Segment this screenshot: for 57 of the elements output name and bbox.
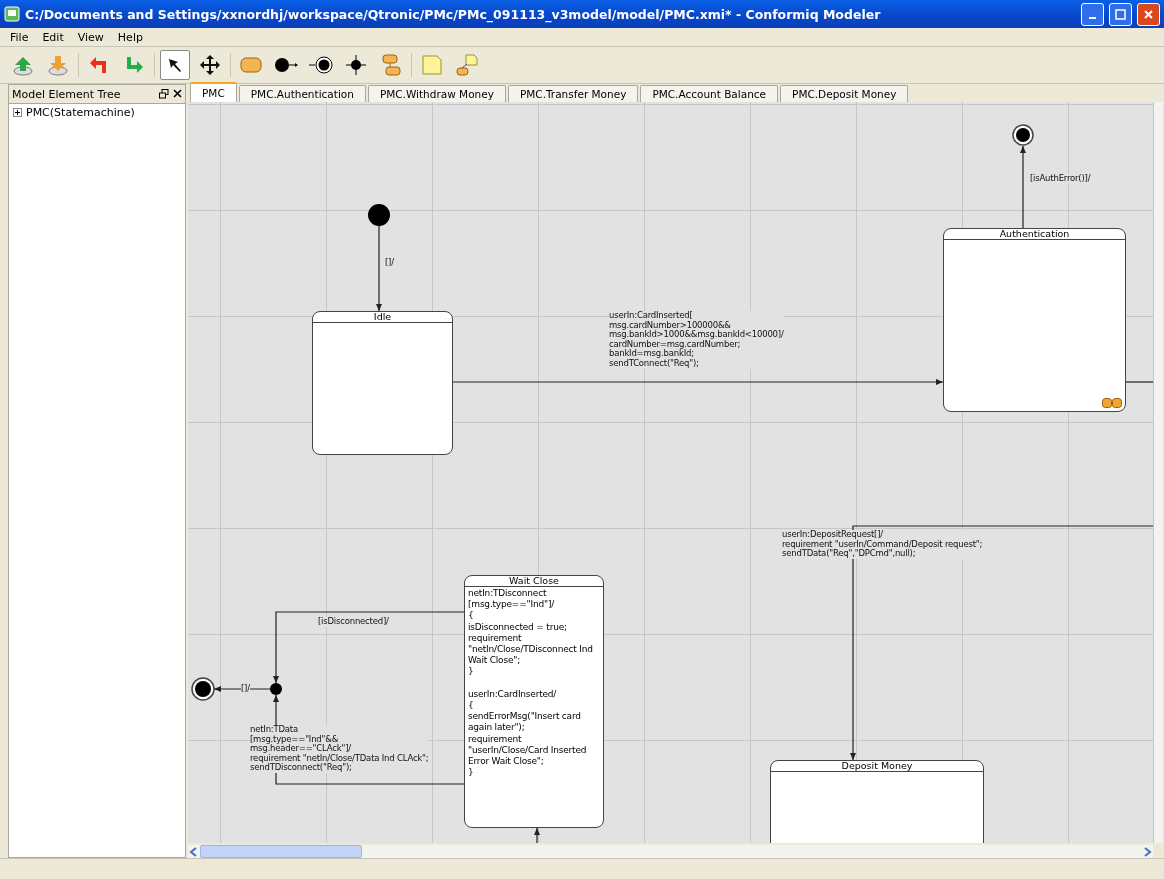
diagram-tab[interactable]: PMC.Account Balance bbox=[640, 85, 779, 102]
transition-arrow bbox=[534, 827, 540, 843]
transition-label: [isDisconnected]/ bbox=[318, 617, 389, 627]
move-icon bbox=[199, 54, 221, 76]
junction-point bbox=[270, 683, 282, 695]
maximize-icon bbox=[1115, 8, 1126, 20]
restore-icon[interactable] bbox=[159, 89, 169, 99]
state-name: Deposit Money bbox=[771, 761, 983, 772]
diagram-tab[interactable]: PMC.Deposit Money bbox=[780, 85, 909, 102]
menu-item[interactable]: Help bbox=[117, 30, 143, 44]
menu-item[interactable]: File bbox=[10, 30, 29, 44]
maximize-button[interactable] bbox=[1109, 2, 1132, 26]
minimize-button[interactable] bbox=[1081, 2, 1104, 26]
close-button[interactable] bbox=[1137, 2, 1160, 26]
transition-arrow bbox=[213, 686, 271, 692]
minimize-icon bbox=[1089, 17, 1096, 19]
horizontal-scrollbar[interactable] bbox=[188, 845, 1153, 858]
note-icon bbox=[421, 54, 443, 76]
state-actions: netIn:TDisconnect [msg.type=="Ind"]/ { isDisconnected = true; requirement "netIn/Close/TDisconnect Ind Wait Close"; } userIn:CardInserted/ { sendErrorMsg("Insert card again later"); requirement "userIn/Close/Card Inserted Error Wait Close"; } bbox=[467, 587, 594, 780]
vertical-scrollbar[interactable] bbox=[1153, 102, 1163, 843]
close-icon[interactable] bbox=[173, 89, 182, 98]
composite-state-icon bbox=[380, 54, 402, 76]
app-icon bbox=[4, 6, 20, 22]
transition-line bbox=[1123, 381, 1153, 383]
menu-item[interactable]: View bbox=[77, 30, 104, 44]
upload-arrow-icon bbox=[12, 54, 34, 76]
close-icon bbox=[1144, 9, 1153, 19]
transition-label: []/ bbox=[385, 258, 394, 268]
download-arrow-icon bbox=[47, 54, 69, 76]
transition-label: []/ bbox=[241, 684, 250, 694]
state-name: Wait Close bbox=[465, 576, 603, 587]
state-icon bbox=[240, 56, 262, 74]
diagram-tab[interactable]: PMC.Authentication bbox=[238, 85, 366, 102]
diagram-tab[interactable]: PMC bbox=[190, 82, 237, 102]
transition-label: userIn:DepositRequest[]/ requirement "userIn/Command/Deposit request"; sendTData("Req","DPCmd",null); bbox=[782, 530, 983, 559]
scroll-thumb[interactable] bbox=[200, 845, 362, 858]
transition-label: [isAuthError()]/ bbox=[1030, 174, 1091, 184]
note-link-icon bbox=[456, 54, 478, 76]
state-name: Idle bbox=[313, 312, 452, 323]
transition-label: netIn:TData [msg.type=="Ind"&& msg.header=="CLAck"]/ requirement "netIn/Close/TData Ind CLAck"; sendTDisconnect("Req"); bbox=[250, 725, 429, 773]
initial-state-icon bbox=[274, 57, 298, 73]
toolbar-button[interactable] bbox=[160, 50, 190, 80]
transition-label: userIn:CardInserted[ msg.cardNumber>100000&& msg.bankId>1000&&msg.bankId<10000]/ cardNumber=msg.cardNumber; bankId=msg.bankId; sendTConnect("Req"); bbox=[609, 311, 784, 369]
diagram-tab[interactable]: PMC.Withdraw Money bbox=[367, 85, 506, 102]
state-name: Authentication bbox=[944, 229, 1125, 240]
panel-title: Model Element Tree bbox=[12, 87, 121, 101]
diagram-tab[interactable]: PMC.Transfer Money bbox=[507, 85, 639, 102]
menu-item[interactable]: Edit bbox=[42, 30, 64, 44]
window-title: C:/Documents and Settings/xxnordhj/workspace/Qtronic/PMc/PMc_091113_v3model/model/PMC.xmi* - Conformiq Modeler bbox=[25, 6, 882, 22]
final-state-icon bbox=[308, 56, 334, 74]
junction-icon bbox=[345, 54, 367, 76]
final-state bbox=[1012, 124, 1034, 146]
tree-item[interactable]: PMC(Statemachine) bbox=[26, 106, 135, 119]
final-state bbox=[191, 677, 215, 701]
pointer-icon bbox=[166, 56, 184, 74]
expand-icon[interactable] bbox=[13, 108, 22, 117]
initial-state bbox=[368, 204, 390, 226]
